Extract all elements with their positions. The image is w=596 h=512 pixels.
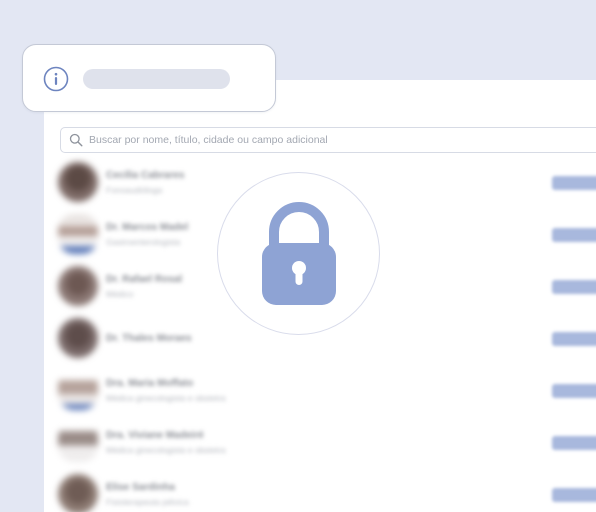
person-name: Dra. Viviane Madeiré <box>106 429 204 441</box>
avatar <box>58 162 98 202</box>
person-info: Dr. Rafael Rosal Médico <box>106 273 182 300</box>
person-subtitle: Médica ginecologista e obstetra <box>106 392 226 403</box>
row-action-button[interactable] <box>552 280 596 294</box>
person-info: Cecília Cabrares Fonoaudióloga <box>106 169 184 196</box>
avatar <box>58 318 98 358</box>
person-subtitle: Médica ginecologista e obstetra <box>106 444 226 455</box>
lock-badge <box>217 172 380 335</box>
info-icon <box>43 66 69 92</box>
person-name: Cecília Cabrares <box>106 169 185 181</box>
person-name: Dr. Thales Moraes <box>106 332 192 344</box>
person-name: Dr. Marcos Madel <box>106 221 189 233</box>
search-bar <box>60 127 596 153</box>
avatar <box>58 474 98 512</box>
row-action-button[interactable] <box>552 176 596 190</box>
avatar <box>58 266 98 306</box>
avatar <box>58 422 98 462</box>
row-action-button[interactable] <box>552 228 596 242</box>
avatar <box>58 370 98 410</box>
person-info: Elise Sardinha Fisioterapeuta pélvica <box>106 481 189 508</box>
person-name: Elise Sardinha <box>106 481 175 493</box>
info-card <box>22 44 276 112</box>
list-item[interactable]: Dra. Maria Moffato Médica ginecologista … <box>44 364 596 416</box>
list-item[interactable]: Elise Sardinha Fisioterapeuta pélvica <box>44 468 596 512</box>
padlock-icon <box>262 202 336 305</box>
person-name: Dr. Rafael Rosal <box>106 273 183 285</box>
row-action-button[interactable] <box>552 436 596 450</box>
person-info: Dra. Viviane Madeiré Médica ginecologist… <box>106 429 226 456</box>
person-info: Dr. Thales Moraes <box>106 332 192 345</box>
person-subtitle: Fisioterapeuta pélvica <box>106 496 189 507</box>
person-name: Dra. Maria Moffato <box>106 377 194 389</box>
row-action-button[interactable] <box>552 488 596 502</box>
person-subtitle: Fonoaudióloga <box>106 184 163 195</box>
person-subtitle: Médico <box>106 288 134 299</box>
search-icon <box>69 133 83 147</box>
person-info: Dr. Marcos Madel Gastroenterologista <box>106 221 188 248</box>
search-input[interactable] <box>89 134 569 146</box>
row-action-button[interactable] <box>552 332 596 346</box>
list-item[interactable]: Dra. Viviane Madeiré Médica ginecologist… <box>44 416 596 468</box>
person-subtitle: Gastroenterologista <box>106 236 181 247</box>
avatar <box>58 214 98 254</box>
info-placeholder-bar <box>83 69 230 89</box>
row-action-button[interactable] <box>552 384 596 398</box>
person-info: Dra. Maria Moffato Médica ginecologista … <box>106 377 226 404</box>
